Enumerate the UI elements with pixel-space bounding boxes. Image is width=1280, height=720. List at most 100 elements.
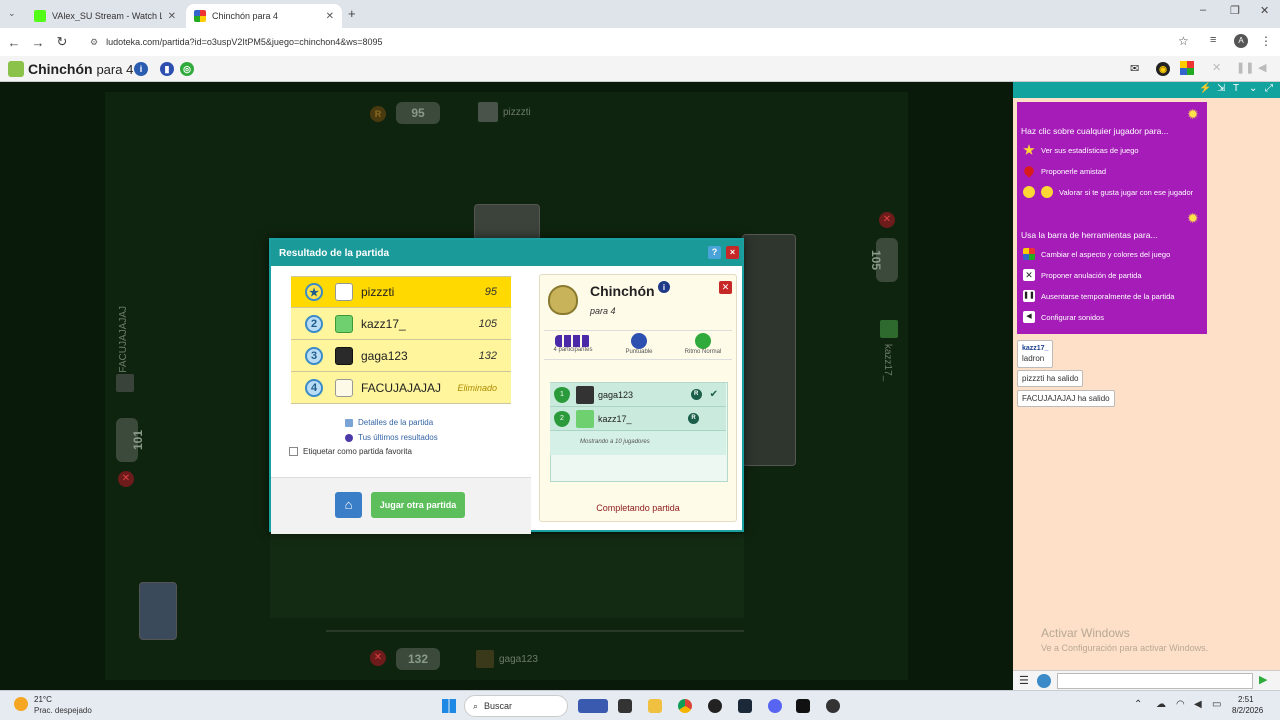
appearance-icon[interactable] — [1180, 61, 1194, 75]
site-info-icon[interactable]: ⚙ — [90, 37, 98, 48]
left-player-avatar[interactable] — [116, 374, 134, 392]
chat-message[interactable]: kazz17_ ladron — [1017, 340, 1054, 368]
reload-icon[interactable]: ↻ — [50, 34, 74, 50]
tab-chinchon[interactable]: Chinchón para 4 ✕ — [186, 4, 342, 28]
search-highlight-icon[interactable] — [578, 699, 608, 713]
obs-icon[interactable] — [826, 699, 840, 713]
tray-chevron-icon[interactable]: ⌃ — [1134, 699, 1142, 710]
play-again-button[interactable]: Jugar otra partida — [371, 492, 465, 518]
cancel-game-icon[interactable]: ✕ — [1212, 61, 1221, 74]
help-button[interactable]: ? — [708, 246, 721, 259]
top-player-avatar[interactable] — [478, 102, 498, 122]
send-icon[interactable]: ▶ — [1259, 673, 1267, 686]
right-player-avatar[interactable] — [880, 320, 898, 338]
windows-start-icon[interactable] — [442, 699, 456, 713]
info-icon[interactable]: i — [658, 281, 670, 293]
last-results-link[interactable]: Tus últimos resultados — [345, 433, 438, 442]
site-header: Chinchón para 4 i ▮ ◎ ✉ ◉ ✕ ❚❚ ◀︎ — [0, 56, 1280, 82]
address-bar[interactable]: ⚙ ludoteka.com/partida?id=o3uspV2ItPM5&j… — [80, 33, 1200, 51]
weather-icon[interactable] — [14, 697, 28, 711]
cancel-icon: ✕ — [1023, 269, 1035, 281]
bottom-player-name[interactable]: gaga123 — [499, 654, 538, 665]
volume-icon[interactable]: ◀︎ — [1194, 699, 1202, 710]
chinchon-badge-icon — [548, 285, 578, 315]
forward-icon[interactable]: → — [26, 35, 50, 50]
pace-icon[interactable]: ◉ — [1156, 62, 1170, 76]
close-dialog-button[interactable]: × — [726, 246, 739, 259]
new-tab-icon[interactable]: + — [348, 6, 356, 21]
dialog-footer: ⌂ Jugar otra partida — [271, 477, 531, 534]
back-icon[interactable]: ← — [2, 35, 26, 50]
draw-deck[interactable] — [139, 582, 177, 640]
ludoteka-icon — [194, 10, 206, 22]
sound-icon[interactable]: ◀︎ — [1258, 61, 1266, 74]
cloud-icon[interactable]: ☁ — [1156, 699, 1166, 710]
app-icon[interactable] — [708, 699, 722, 713]
favorite-checkbox[interactable] — [289, 447, 298, 456]
wifi-icon[interactable]: ◠ — [1176, 699, 1185, 710]
mail-icon[interactable]: ✉ — [1130, 62, 1139, 75]
player-name: kazz17_ — [598, 413, 632, 424]
chrome-icon[interactable] — [678, 699, 692, 713]
close-tab-icon[interactable]: ✕ — [326, 11, 334, 22]
tab-stream[interactable]: VAlex_SU Stream - Watch Live o ✕ — [26, 4, 184, 28]
discord-icon[interactable] — [768, 699, 782, 713]
lightning-icon[interactable]: ⚡ — [1199, 83, 1211, 94]
left-player-name[interactable]: FACUJAJAJAJ — [118, 306, 129, 373]
right-player-score: 105 — [869, 238, 898, 282]
tab-list-icon[interactable]: ⌄ — [8, 8, 16, 19]
panel-close-button[interactable]: ✕ — [719, 281, 732, 294]
menu-icon[interactable]: ⋮ — [1260, 34, 1272, 48]
r-badge: R — [688, 413, 699, 424]
info-icon[interactable]: i — [134, 62, 148, 76]
slider-track — [326, 630, 744, 632]
profile-avatar[interactable]: A — [1234, 34, 1248, 48]
left-close-icon: ✕ — [118, 471, 134, 487]
clock-time[interactable]: 2:51 — [1238, 695, 1254, 704]
clock-date[interactable]: 8/2/2026 — [1232, 706, 1263, 715]
favorite-label: Etiquetar como partida favorita — [303, 447, 412, 456]
task-view-icon[interactable] — [618, 699, 632, 713]
expand-icon[interactable]: ⤢ — [1265, 83, 1273, 94]
resize-icon[interactable]: ⇲ — [1217, 83, 1225, 94]
player-avatar — [576, 409, 594, 428]
right-player-cards — [742, 234, 796, 466]
details-link[interactable]: Detalles de la partida — [345, 418, 433, 427]
menu-icon[interactable]: ☰ — [1019, 674, 1029, 687]
player-row[interactable]: 1 gaga123 R ✔ — [550, 383, 726, 407]
result-row[interactable]: 3 gaga123 132 — [291, 340, 511, 372]
font-icon[interactable]: T — [1233, 83, 1239, 94]
result-row[interactable]: 4 FACUJAJAJAJ Eliminado — [291, 372, 511, 404]
player-avatar — [335, 283, 353, 301]
result-row[interactable]: 2 kazz17_ 105 — [291, 308, 511, 340]
minimize-icon[interactable]: – — [1200, 4, 1206, 16]
collapse-icon[interactable]: ⌄ — [1249, 83, 1257, 94]
taskbar-search[interactable]: ⌕ Buscar — [464, 695, 568, 717]
player-position: 1 — [554, 386, 570, 403]
app-icon[interactable] — [796, 699, 810, 713]
battery-icon[interactable]: ▭ — [1212, 699, 1221, 710]
close-window-icon[interactable]: ✕ — [1260, 4, 1269, 17]
bottom-player-avatar[interactable] — [476, 650, 494, 668]
player-name: gaga123 — [598, 389, 634, 400]
pause-icon[interactable]: ❚❚ — [1236, 61, 1254, 74]
close-tab-icon[interactable]: ✕ — [168, 11, 176, 22]
emoji-icon[interactable] — [1037, 674, 1051, 688]
event-message: FACUJAJAJAJ ha salido — [1017, 390, 1115, 407]
ranked-stat: Puntuable — [614, 333, 664, 355]
bookmark-star-icon[interactable]: ☆ — [1178, 34, 1189, 48]
normal-pace-icon[interactable]: ◎ — [180, 62, 194, 76]
home-button[interactable]: ⌂ — [335, 492, 362, 518]
steam-icon[interactable] — [738, 699, 752, 713]
favorite-option[interactable]: Etiquetar como partida favorita — [289, 447, 412, 456]
maximize-icon[interactable]: ❐ — [1230, 4, 1240, 17]
top-player-name[interactable]: pizzzti — [503, 107, 531, 118]
file-explorer-icon[interactable] — [648, 699, 662, 713]
player-row[interactable]: 2 kazz17_ R — [550, 407, 726, 431]
help-item-text: Configurar sonidos — [1041, 312, 1104, 322]
result-row[interactable]: ★ pizzzti 95 — [291, 276, 511, 308]
media-icon[interactable]: ≡ — [1210, 34, 1216, 46]
right-player-name[interactable]: kazz17_ — [882, 344, 893, 381]
chat-input[interactable] — [1057, 673, 1253, 689]
ranked-icon[interactable]: ▮ — [160, 62, 174, 76]
